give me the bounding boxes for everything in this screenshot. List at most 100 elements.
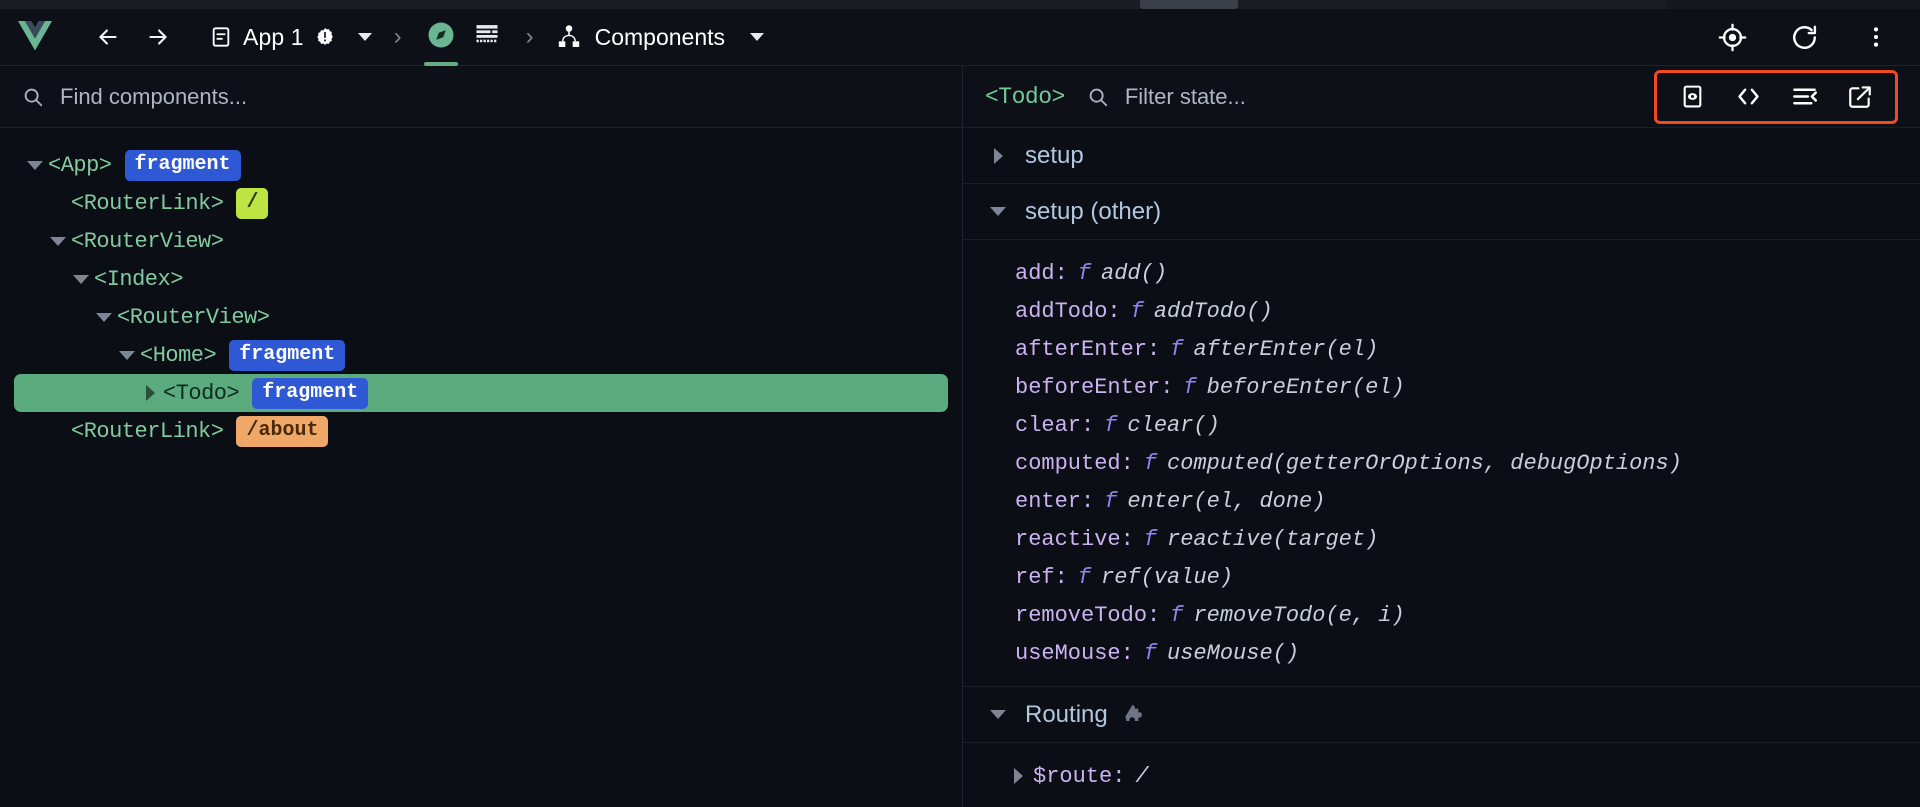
function-marker: f [1077,260,1092,286]
state-section-header[interactable]: setup (other) [963,184,1920,240]
tab-timeline[interactable] [464,15,510,59]
state-section-header[interactable]: Routing [963,687,1920,743]
collapse-all-icon[interactable] [1783,78,1825,116]
property-colon: : [1120,450,1134,476]
state-property-row[interactable]: add: f add() [963,254,1920,292]
tree-node-home[interactable]: <Home> fragment [0,336,962,374]
component-tree: <App> fragment <RouterLink> / <RouterView> <I… [0,128,962,807]
state-property-row[interactable]: reactive: f reactive(target) [963,520,1920,558]
forward-button[interactable] [136,17,180,57]
property-colon: : [1107,298,1121,324]
state-property-row[interactable]: addTodo: f addTodo() [963,292,1920,330]
tree-node-label: <Index> [94,266,183,292]
toolbar-right-group [1712,17,1902,57]
function-marker: f [1077,564,1092,590]
function-marker: f [1183,374,1197,400]
document-icon [210,26,232,48]
tree-node-label: <RouterLink> [71,418,224,444]
property-colon: : [1081,412,1095,438]
chevron-right-icon[interactable] [985,147,1011,164]
tree-node-routerlink[interactable]: <RouterLink> /about [0,412,962,450]
tree-node-label: <Home> [140,342,217,368]
property-key: $route [1033,763,1113,789]
chevron-right-icon[interactable] [137,385,163,401]
vue-logo-icon [18,21,52,53]
property-colon: : [1120,526,1134,552]
chevron-down-icon[interactable] [91,312,117,322]
chevron-down-icon[interactable] [22,160,48,170]
main-toolbar: App 1 › › Components [0,9,1920,66]
component-tree-icon [556,24,582,50]
open-external-icon[interactable] [1839,78,1881,116]
state-section-label: setup [1025,141,1084,169]
search-input[interactable] [60,83,940,110]
state-property-row[interactable]: removeTodo: f removeTodo(e, i) [963,596,1920,634]
chevron-down-icon-2 [750,33,765,41]
browser-tab-ghost [1140,0,1238,9]
chevron-down-icon[interactable] [68,274,94,284]
state-property-row[interactable]: ref: f ref(value) [963,558,1920,596]
function-marker: f [1143,526,1158,552]
state-section-header[interactable]: setup [963,128,1920,184]
property-key: afterEnter [1015,336,1148,362]
function-marker: f [1104,412,1118,438]
tree-node-app[interactable]: <App> fragment [0,146,962,184]
chevron-down-icon[interactable] [45,236,71,246]
app-selector-button[interactable]: App 1 [200,19,378,56]
chevron-down-icon[interactable] [985,710,1011,719]
back-button[interactable] [86,17,130,57]
state-section-label: setup (other) [1025,197,1162,225]
function-signature: ref(value) [1101,564,1234,590]
chevron-right-icon[interactable] [1003,768,1033,784]
browser-strip-right [1666,0,1920,9]
function-marker: f [1170,336,1184,362]
state-property-row[interactable]: enter: f enter(el, done) [963,482,1920,520]
state-property-row[interactable]: afterEnter: f afterEnter(el) [963,330,1920,368]
more-vertical-icon[interactable] [1856,17,1896,57]
content-split: <App> fragment <RouterLink> / <RouterView> <I… [0,66,1920,807]
twisty-arrow [50,236,66,246]
refresh-icon[interactable] [1784,17,1824,57]
tree-node-routerview[interactable]: <RouterView> [0,222,962,260]
tree-node-index[interactable]: <Index> [0,260,962,298]
scroll-into-view-icon[interactable] [1671,78,1713,116]
tab-inspector[interactable] [418,15,464,66]
function-signature: enter(el, done) [1127,488,1326,514]
tree-node-label: <RouterView> [71,228,224,254]
toolbar-left-group: App 1 › › Components [18,15,1712,66]
tree-node-todo[interactable]: <Todo> fragment [14,374,948,412]
tree-node-badge: /about [236,415,329,447]
property-key: enter [1015,488,1082,514]
chevron-down-icon[interactable] [114,350,140,360]
tree-node-badge: fragment [252,377,369,409]
page-selector-label: Components [594,23,726,50]
tree-node-routerlink[interactable]: <RouterLink> / [0,184,962,222]
component-tree-pane: <App> fragment <RouterLink> / <RouterView> <I… [0,66,963,807]
filter-state-input[interactable] [1124,83,1638,110]
compass-icon [426,20,456,55]
vue-devtools-window: App 1 › › Components Find components... … [0,0,1920,807]
state-property-row[interactable]: beforeEnter: f beforeEnter(el) [963,368,1920,406]
tree-node-badge: / [236,187,269,219]
property-colon: : [1160,374,1174,400]
page-selector-button[interactable]: Components [550,20,770,55]
state-property-row[interactable]: useMouse: f useMouse() [963,634,1920,672]
list-rows-icon [473,21,501,54]
open-in-editor-icon[interactable] [1727,78,1769,116]
component-search-bar [0,66,962,128]
twisty-arrow [119,350,135,360]
target-locate-icon[interactable] [1712,17,1752,57]
function-signature: useMouse() [1167,640,1300,666]
state-filter-bar: <Todo> [963,66,1920,128]
chevron-down-icon[interactable] [985,207,1011,216]
property-colon: : [1112,763,1126,789]
state-property-row[interactable]: computed: f computed(getterOrOptions, debu… [963,444,1920,482]
state-property-row[interactable]: $route: / [963,757,1920,795]
twisty-arrow [73,274,89,284]
property-key: computed [1015,450,1121,476]
component-state-pane: <Todo> Filter state... setup setup (othe… [963,66,1920,807]
state-property-row[interactable]: clear: f clear() [963,406,1920,444]
property-value: / [1135,763,1149,789]
tree-node-routerview[interactable]: <RouterView> [0,298,962,336]
function-signature: clear() [1127,412,1220,438]
